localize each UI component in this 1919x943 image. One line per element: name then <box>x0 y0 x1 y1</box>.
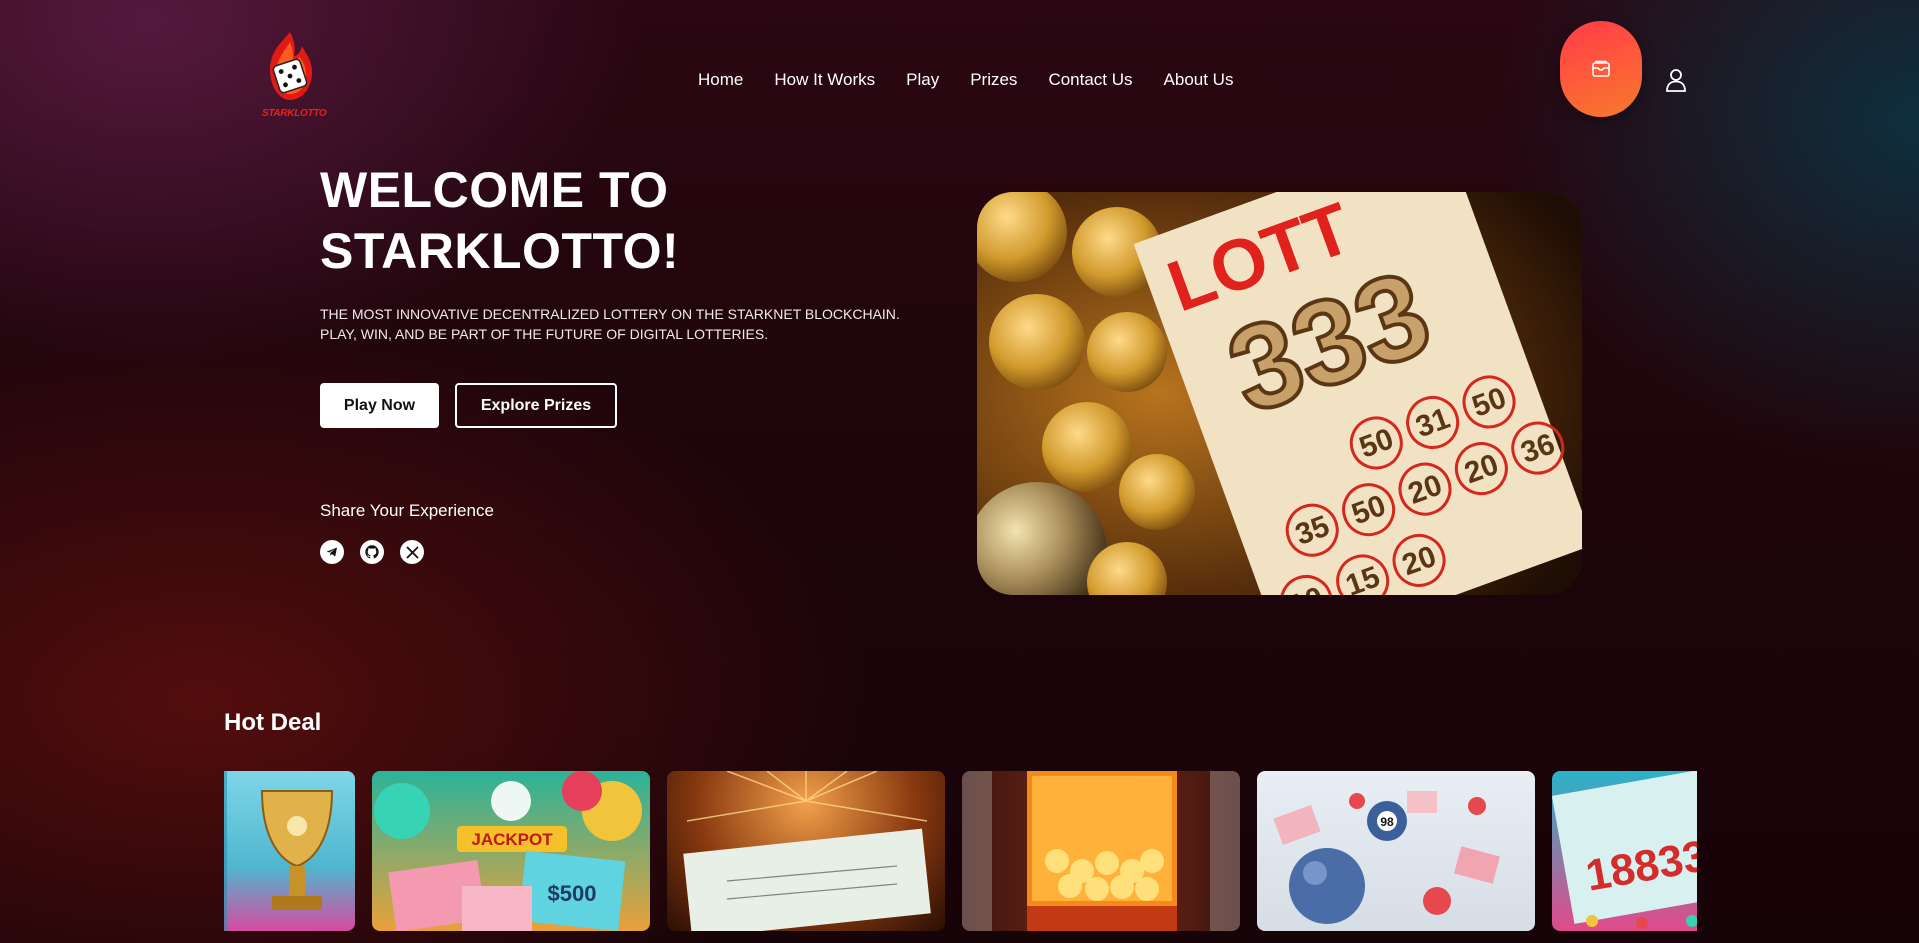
brand-logo[interactable]: STARKLOTTO <box>262 30 327 122</box>
deal-card-jackpot[interactable]: JACKPOT $500 <box>372 771 650 931</box>
wallet-icon <box>1592 60 1610 77</box>
nav-how-it-works[interactable]: How It Works <box>774 70 875 90</box>
nav-contact-us[interactable]: Contact Us <box>1048 70 1132 90</box>
deal-card-trophy[interactable] <box>224 771 355 931</box>
jackpot-amount: $500 <box>548 881 597 906</box>
hero-title-line1: WELCOME TO <box>320 162 669 218</box>
deal-card-lottery-machine[interactable] <box>962 771 1240 931</box>
nav-prizes[interactable]: Prizes <box>970 70 1017 90</box>
explore-prizes-button[interactable]: Explore Prizes <box>455 383 617 428</box>
wallet-button[interactable] <box>1560 21 1642 117</box>
telegram-icon[interactable] <box>320 540 344 564</box>
hero-lottery-image: LOTT 333 50 31 50 35 50 20 20 36 10 15 2… <box>977 192 1582 595</box>
main-nav: Home How It Works Play Prizes Contact Us… <box>698 70 1233 90</box>
share-label: Share Your Experience <box>320 501 494 520</box>
hero-title-line2: STARKLOTTO! <box>320 223 680 279</box>
x-icon[interactable] <box>400 540 424 564</box>
bingo-ball-number: 98 <box>1380 815 1394 829</box>
social-links <box>320 540 424 564</box>
jackpot-label: JACKPOT <box>471 830 553 849</box>
nav-about-us[interactable]: About Us <box>1164 70 1234 90</box>
flame-dice-icon <box>270 32 312 100</box>
hero-title: WELCOME TO STARKLOTTO! <box>320 160 840 282</box>
logo-text: STARKLOTTO <box>262 108 327 119</box>
hero-description: THE MOST INNOVATIVE DECENTRALIZED LOTTER… <box>320 306 900 342</box>
hot-deal-title: Hot Deal <box>224 709 322 736</box>
user-icon[interactable] <box>1665 68 1687 92</box>
nav-home[interactable]: Home <box>698 70 743 90</box>
hot-deal-carousel[interactable]: JACKPOT $500 98 18833 <box>224 771 1697 931</box>
github-icon[interactable] <box>360 540 384 564</box>
deal-card-bingo-balls[interactable]: 98 <box>1257 771 1535 931</box>
deal-card-check[interactable] <box>667 771 945 931</box>
nav-play[interactable]: Play <box>906 70 939 90</box>
play-now-button[interactable]: Play Now <box>320 383 439 428</box>
deal-card-ticket[interactable]: 18833 <box>1552 771 1697 931</box>
